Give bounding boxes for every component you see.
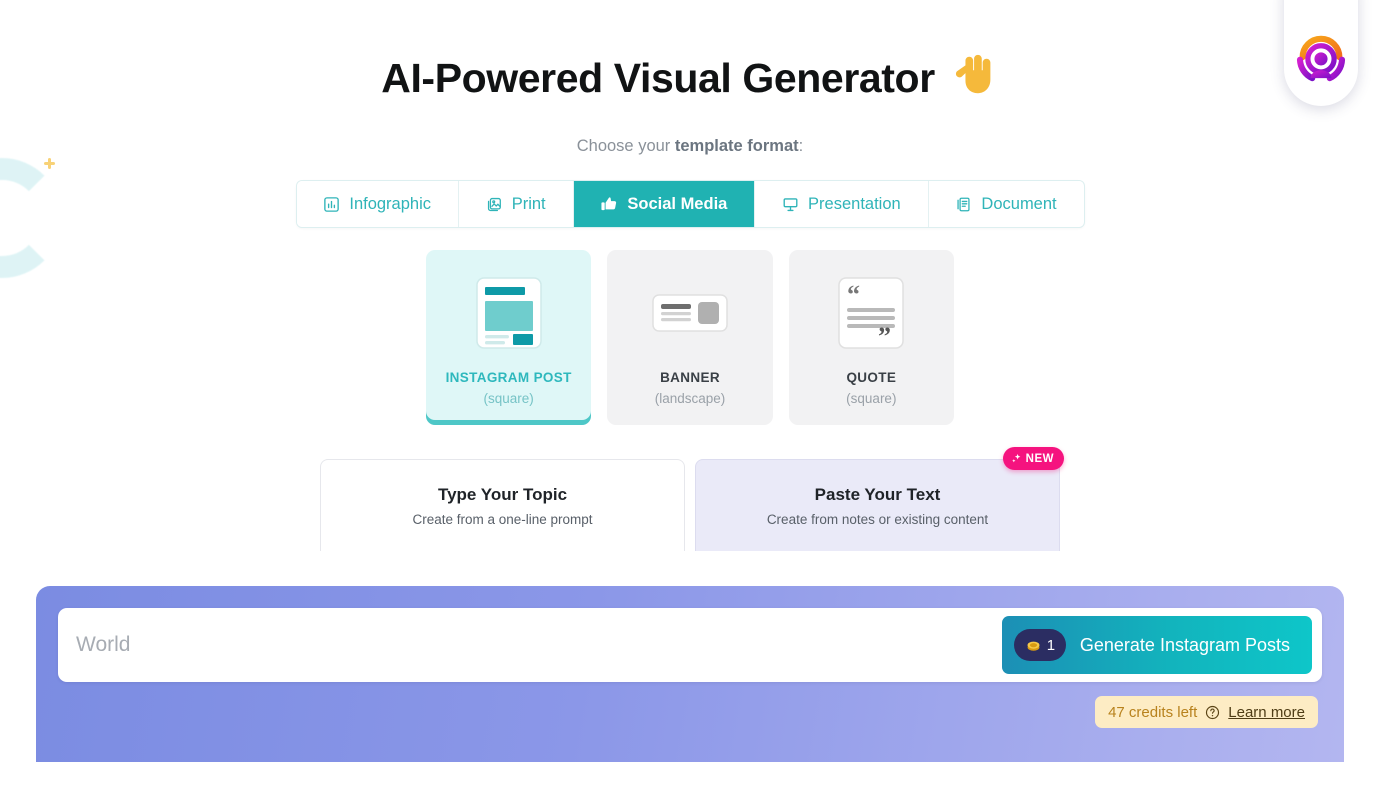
template-shape: (landscape) xyxy=(654,391,726,406)
banner-thumb-icon xyxy=(652,272,728,354)
tab-presentation[interactable]: Presentation xyxy=(755,181,929,227)
page-root: AI-Powered Visual Generator Choose your … xyxy=(0,0,1380,551)
app-logo-icon xyxy=(1293,30,1349,86)
subtitle-suffix: : xyxy=(798,137,804,155)
generate-button[interactable]: 1 Generate Instagram Posts xyxy=(1001,616,1312,674)
template-card-quote[interactable]: “ ” QUOTE (square) xyxy=(788,250,954,425)
tab-infographic[interactable]: Infographic xyxy=(296,181,459,227)
tab-social-media-label: Social Media xyxy=(627,194,728,213)
svg-text:“: “ xyxy=(847,280,860,309)
sparkles-icon xyxy=(1011,453,1022,464)
coin-cost-pill: 1 xyxy=(1013,629,1066,661)
new-badge: NEW xyxy=(1002,447,1064,470)
file-lines-icon xyxy=(955,196,972,213)
coin-cost-label: 1 xyxy=(1046,636,1056,654)
thumbs-up-icon xyxy=(600,195,618,213)
template-name: BANNER xyxy=(660,370,720,385)
title-row: AI-Powered Visual Generator xyxy=(0,54,1380,102)
template-shape: (square) xyxy=(483,391,534,406)
new-badge-label: NEW xyxy=(1025,452,1054,465)
subtitle-strong: template format xyxy=(674,137,799,155)
mode-description: Create from notes or existing content xyxy=(766,511,989,527)
logo-container[interactable] xyxy=(1284,0,1358,106)
coin-icon xyxy=(1025,637,1042,654)
tab-print-label: Print xyxy=(511,194,546,213)
credit-row: 47 credits left Learn more xyxy=(58,696,1322,728)
tab-document-label: Document xyxy=(981,194,1057,213)
tab-document[interactable]: Document xyxy=(928,181,1084,227)
template-name: QUOTE xyxy=(846,370,897,385)
tab-social-media[interactable]: Social Media xyxy=(573,181,756,227)
template-cards: INSTAGRAM POST (square) BANNER (landscap… xyxy=(426,250,954,425)
projector-screen-icon xyxy=(782,196,799,213)
subtitle: Choose your template format: xyxy=(0,137,1380,156)
mode-title: Type Your Topic xyxy=(437,484,568,504)
subtitle-prefix: Choose your xyxy=(576,137,675,155)
tab-infographic-label: Infographic xyxy=(349,194,431,213)
mode-tab-type-your-topic[interactable]: Type Your Topic Create from a one-line p… xyxy=(320,459,685,551)
chart-bar-icon xyxy=(323,196,340,213)
input-mode-tabs: Type Your Topic Create from a one-line p… xyxy=(320,447,1064,551)
tab-print[interactable]: Print xyxy=(458,181,574,227)
tab-presentation-label: Presentation xyxy=(808,194,901,213)
page-title: AI-Powered Visual Generator xyxy=(381,55,935,102)
mode-description: Create from a one-line prompt xyxy=(412,511,593,527)
template-shape: (square) xyxy=(846,391,897,406)
generator-panel: 1 Generate Instagram Posts 47 credits le… xyxy=(36,586,1344,762)
instagram-post-thumb-icon xyxy=(475,272,542,354)
mode-title: Paste Your Text xyxy=(814,484,941,504)
generate-button-label: Generate Instagram Posts xyxy=(1079,634,1290,655)
credits-badge: 47 credits left Learn more xyxy=(1095,696,1318,728)
template-card-banner[interactable]: BANNER (landscape) xyxy=(607,250,773,425)
credits-label: 47 credits left xyxy=(1108,703,1198,721)
template-name: INSTAGRAM POST xyxy=(445,370,572,385)
question-circle-icon[interactable] xyxy=(1205,705,1220,720)
template-card-instagram-post[interactable]: INSTAGRAM POST (square) xyxy=(426,250,592,425)
pointing-down-hand-icon xyxy=(953,52,999,98)
learn-more-link[interactable]: Learn more xyxy=(1228,704,1305,721)
photos-icon xyxy=(486,196,503,213)
mode-tab-paste-your-text[interactable]: NEW Paste Your Text Create from notes or… xyxy=(695,447,1064,551)
generator-input-wrapper: 1 Generate Instagram Posts xyxy=(58,608,1322,682)
svg-text:”: ” xyxy=(878,322,891,349)
quote-thumb-icon: “ ” xyxy=(838,272,905,354)
topic-input[interactable] xyxy=(76,633,1002,657)
format-tabs: Infographic Print Social Media Presentat… xyxy=(295,180,1085,228)
